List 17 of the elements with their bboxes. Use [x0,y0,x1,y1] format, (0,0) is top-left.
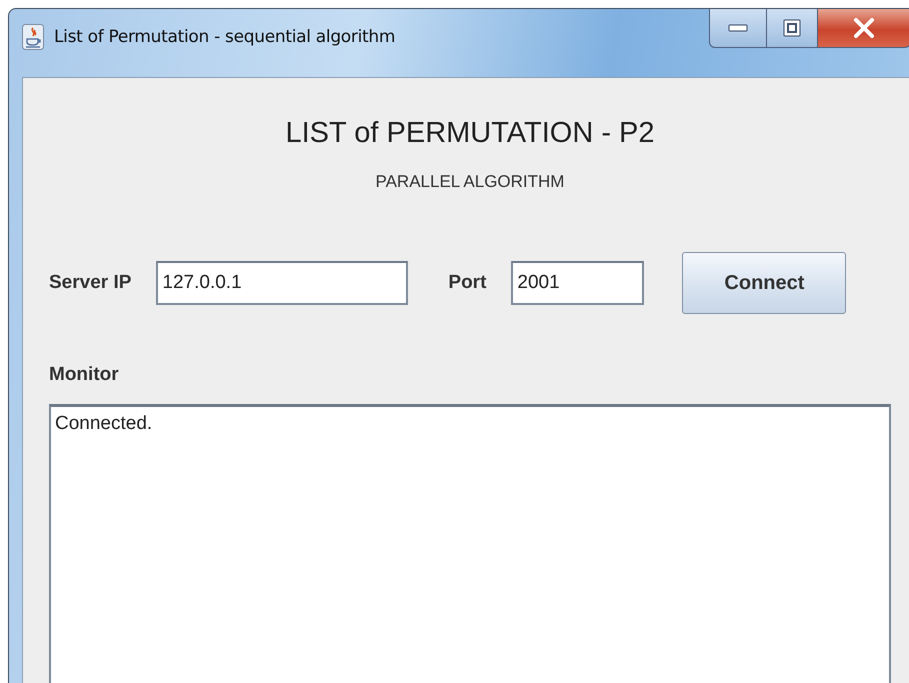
heading: LIST of PERMUTATION - P2 [285,117,654,150]
server-ip-field[interactable]: 127.0.0.1 [156,261,408,305]
coffee-cup-icon [22,24,44,50]
monitor-text-area[interactable]: Connected. [49,404,891,683]
maximize-icon [783,19,801,37]
connect-button[interactable]: Connect [682,252,846,314]
port-label: Port [448,272,486,294]
maximize-button[interactable] [767,9,818,48]
monitor-label: Monitor [49,364,120,386]
window-title: List of Permutation - sequential algorithm [54,27,396,47]
close-button[interactable] [818,9,909,48]
subheading: PARALLEL ALGORITHM [376,172,564,192]
close-icon [853,18,875,38]
server-ip-label: Server IP [49,272,132,294]
minimize-button[interactable] [709,9,767,48]
port-field[interactable]: 2001 [511,261,644,305]
minimize-icon [728,24,748,32]
